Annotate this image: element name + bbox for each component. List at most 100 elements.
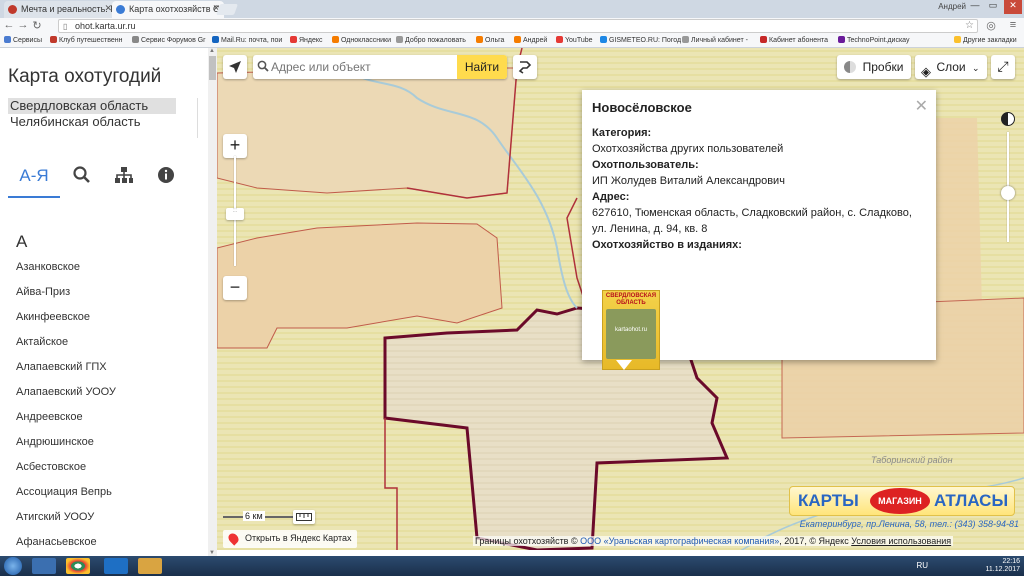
bookmark-item[interactable]: GISMETEO.RU: Погод: [600, 36, 681, 44]
browser-user[interactable]: Андрей: [938, 2, 966, 11]
file-explorer-icon[interactable]: [138, 558, 162, 574]
list-item[interactable]: Айва-Приз: [16, 286, 116, 311]
close-window-icon[interactable]: ✕: [1004, 0, 1022, 14]
bookmark-item[interactable]: Другие закладки: [954, 36, 1017, 44]
forward-icon[interactable]: →: [16, 19, 30, 31]
region-item-chelyabinsk[interactable]: Челябинская область: [8, 114, 197, 130]
bookmark-star-icon[interactable]: ☆: [965, 20, 974, 31]
bookmark-item[interactable]: Ольга: [476, 36, 504, 44]
bookmark-favicon-icon: [682, 36, 689, 43]
list-item[interactable]: Актайское: [16, 336, 116, 361]
route-button[interactable]: [513, 55, 537, 79]
region-list[interactable]: Свердловская область Челябинская область: [8, 98, 198, 138]
ruler-button[interactable]: [293, 510, 315, 524]
close-tab-icon[interactable]: ✕: [104, 3, 112, 14]
browser-tab[interactable]: Мечта и реальность. П... ✕: [4, 1, 116, 18]
bookmark-item[interactable]: Андрей: [514, 36, 547, 44]
region-item-sverdlovsk[interactable]: Свердловская область: [8, 98, 176, 114]
list-item[interactable]: Афанасьевское: [16, 536, 116, 556]
opacity-slider-handle[interactable]: [1001, 186, 1015, 200]
scrollbar-thumb[interactable]: [209, 56, 216, 80]
map-pin-icon: [226, 531, 241, 546]
media-player-icon[interactable]: [32, 558, 56, 574]
user-label: Охотпользователь:: [592, 159, 699, 171]
find-button[interactable]: Найти: [457, 55, 507, 79]
scroll-up-icon[interactable]: ▲: [209, 48, 215, 54]
traffic-button[interactable]: Пробки: [837, 55, 911, 79]
list-item[interactable]: Асбестовское: [16, 461, 116, 486]
sidebar-scrollbar[interactable]: ▲ ▼: [208, 48, 217, 556]
search-input[interactable]: [271, 58, 451, 76]
list-item[interactable]: Атигский УООУ: [16, 511, 116, 536]
shop-advert[interactable]: КАРТЫ МАГАЗИН АТЛАСЫ Екатеринбург, пр.Ле…: [787, 486, 1019, 536]
bookmark-item[interactable]: Яндекс: [290, 36, 323, 44]
bookmark-item[interactable]: YouTube: [556, 36, 593, 44]
bookmark-item[interactable]: Mail.Ru: почта, пои: [212, 36, 282, 44]
zoom-handle[interactable]: :::: [226, 208, 244, 220]
list-item[interactable]: Ассоциация Вепрь: [16, 486, 116, 511]
category-value: Охотхозяйства других пользователей: [592, 143, 784, 155]
layers-icon: ◈: [921, 64, 931, 79]
zoom-in-button[interactable]: +: [223, 134, 247, 158]
maximize-icon[interactable]: ▭: [984, 0, 1002, 14]
bookmark-favicon-icon: [838, 36, 845, 43]
traffic-icon: [844, 61, 856, 73]
bookmark-item[interactable]: Кабинет абонента: [760, 36, 828, 44]
search-icon: [257, 60, 269, 72]
list-item[interactable]: Андрюшинское: [16, 436, 116, 461]
menu-icon[interactable]: ≡: [1006, 19, 1020, 31]
fullscreen-button[interactable]: ⤢: [991, 55, 1015, 79]
tab-alphabet[interactable]: А-Я: [8, 160, 60, 198]
terms-link[interactable]: Условия использования: [851, 536, 951, 546]
bookmark-favicon-icon: [132, 36, 139, 43]
bookmark-item[interactable]: Личный кабинет -: [682, 36, 748, 44]
address-search: Найти: [253, 55, 507, 79]
list-item[interactable]: Андреевское: [16, 411, 116, 436]
internet-explorer-icon[interactable]: [104, 558, 128, 574]
open-yandex-maps-link[interactable]: Открыть в Яндекс Картах: [223, 530, 358, 548]
page-info-icon[interactable]: ▯: [63, 22, 67, 31]
zoom-out-button[interactable]: −: [223, 276, 247, 300]
url-field[interactable]: ▯ ohot.karta.ur.ru ☆: [58, 19, 978, 33]
browser-tab-active[interactable]: Карта охотхозяйств Све... ✕: [112, 1, 224, 18]
atlas-cover-image[interactable]: СВЕРДЛОВСКАЯ ОБЛАСТЬ kartaohot.ru: [602, 290, 660, 370]
bookmark-favicon-icon: [476, 36, 483, 43]
reload-icon[interactable]: ↻: [30, 19, 44, 32]
list-item[interactable]: Акинфеевское: [16, 311, 116, 336]
close-icon[interactable]: ✕: [915, 96, 928, 116]
bookmark-item[interactable]: Сервис Форумов Gr: [132, 36, 206, 44]
new-tab-button[interactable]: [215, 4, 239, 15]
system-clock[interactable]: 22:16 11.12.2017: [985, 558, 1020, 574]
tab-info[interactable]: [140, 160, 192, 198]
extension-icon[interactable]: ◎: [984, 19, 998, 32]
bookmark-item[interactable]: Добро пожаловать: [396, 36, 466, 44]
bookmark-item[interactable]: Одноклассники: [332, 36, 391, 44]
user-value: ИП Жолудев Виталий Александрович: [592, 175, 785, 187]
list-item[interactable]: Азанковское: [16, 261, 116, 286]
zoom-slider[interactable]: :::: [226, 156, 244, 266]
map-area[interactable]: Таборинский район Найти Пробки ◈ Слои ⌄ …: [217, 48, 1024, 550]
tab-title: Карта охотхозяйств Све...: [129, 4, 224, 14]
shop-logo-word: КАРТЫ: [798, 491, 859, 510]
ruler-icon: [296, 513, 312, 521]
contrast-icon[interactable]: [1001, 112, 1015, 126]
site-favicon-icon: [8, 5, 17, 14]
geolocation-button[interactable]: [223, 55, 247, 79]
minimize-icon[interactable]: —: [966, 0, 984, 14]
bookmark-item[interactable]: Сервисы: [4, 36, 42, 44]
category-label: Категория:: [592, 127, 652, 139]
browser-tab-bar: Мечта и реальность. П... ✕ Карта охотхоз…: [0, 0, 1024, 18]
chrome-icon[interactable]: [66, 558, 90, 574]
list-item[interactable]: Алапаевский УООУ: [16, 386, 116, 411]
start-button[interactable]: [4, 557, 22, 575]
list-item[interactable]: Алапаевский ГПХ: [16, 361, 116, 386]
layers-label: Слои: [936, 60, 966, 74]
bookmark-item[interactable]: TechnoPoint.дискау: [838, 36, 910, 44]
open-yandex-label: Открыть в Яндекс Картах: [245, 533, 352, 543]
info-icon: [158, 167, 174, 183]
company-link[interactable]: ООО «Уральская картографическая компания…: [580, 536, 779, 546]
language-indicator[interactable]: RU: [916, 561, 928, 570]
layers-button[interactable]: ◈ Слои ⌄: [915, 55, 987, 79]
bookmark-item[interactable]: Клуб путешественн: [50, 36, 123, 44]
back-icon[interactable]: ←: [2, 19, 16, 31]
